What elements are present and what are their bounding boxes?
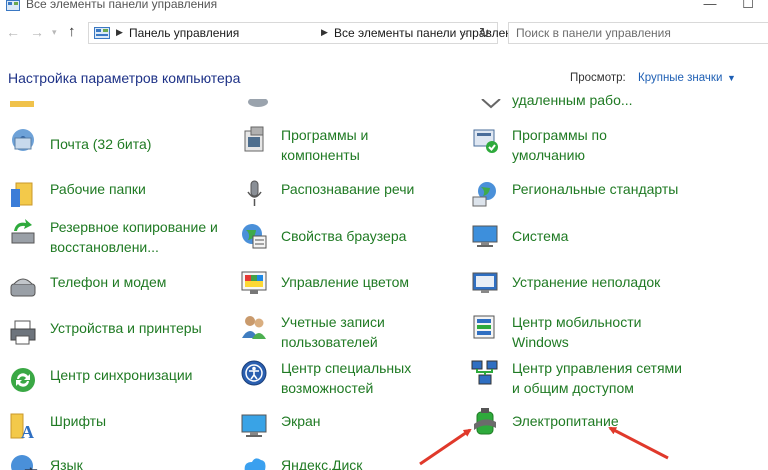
region-globe-icon [472, 182, 496, 207]
troubleshooting-icon [472, 272, 498, 293]
breadcrumb-all-items[interactable]: Все элементы панели управления [334, 26, 525, 40]
address-bar[interactable]: ▶ Панель управления ▶ Все элементы панел… [88, 22, 525, 44]
microphone-icon [247, 180, 262, 206]
backup-icon [11, 219, 35, 244]
partial-item-icon [10, 101, 34, 107]
yandex-disk-icon [244, 458, 266, 470]
search-box[interactable] [508, 22, 768, 44]
item-label: Система [512, 228, 569, 244]
item-label: Управление цветом [281, 274, 410, 290]
item-label: Распознавание речи [281, 181, 415, 197]
item-label: Свойства браузера [281, 228, 407, 244]
item-label: Резервное копирование и [50, 219, 218, 235]
item-label: Windows [512, 334, 569, 350]
view-label: Просмотр: [570, 72, 626, 84]
title-bar: Все элементы панели управления — ☐ [0, 0, 768, 16]
control-panel-icon [94, 27, 110, 39]
back-arrow-icon[interactable]: ← [6, 24, 20, 40]
system-monitor-icon [472, 225, 498, 247]
item-label: Яндекс.Диск [281, 457, 363, 470]
up-arrow-icon[interactable]: ↑ [68, 23, 76, 40]
item-label: Почта (32 бита) [50, 136, 152, 152]
window-title: Все элементы панели управления [26, 0, 218, 11]
color-management-icon [241, 271, 267, 294]
view-mode-dropdown[interactable]: Крупные значки [638, 72, 722, 84]
recent-locations-chevron-icon[interactable]: ▾ [52, 27, 57, 38]
language-icon: 字 [11, 455, 38, 470]
power-options-icon [474, 408, 496, 435]
svg-text:A: A [21, 422, 34, 441]
breadcrumb-separator-icon[interactable]: ▶ [116, 27, 123, 38]
item-label: Региональные стандарты [512, 181, 679, 197]
view-mode-chevron-icon[interactable]: ▼ [727, 73, 736, 83]
programs-icon [244, 126, 264, 152]
item-label: и общим доступом [512, 380, 634, 396]
default-programs-icon [473, 129, 498, 153]
item-label: Электропитание [512, 413, 619, 429]
work-folders-icon [11, 182, 33, 207]
item-label: Центр мобильности [512, 314, 642, 330]
network-center-icon [471, 360, 498, 385]
partial-item-remote-access[interactable]: удаленным рабо... [512, 92, 633, 108]
breadcrumb-control-panel[interactable]: Панель управления [129, 26, 239, 40]
minimize-button[interactable]: — [690, 0, 730, 12]
fonts-icon: A [10, 413, 34, 441]
partial-item-icon [248, 99, 268, 107]
item-label: Устройства и принтеры [50, 320, 202, 336]
page-title: Настройка параметров компьютера [8, 70, 241, 86]
item-label: Устранение неполадок [512, 274, 661, 290]
internet-options-icon [242, 224, 267, 249]
breadcrumb-separator-icon[interactable]: ▶ [321, 27, 328, 38]
item-label: умолчанию [512, 147, 585, 163]
ease-of-access-icon [241, 360, 267, 386]
item-label: возможностей [281, 380, 374, 396]
navigation-bar: ← → ▾ ↑ ▶ Панель управления ▶ Все элемен… [0, 18, 768, 48]
control-panel-icon [6, 0, 20, 11]
refresh-icon[interactable]: ↻ [479, 25, 490, 41]
item-label: Учетные записи [281, 314, 385, 330]
search-input[interactable] [509, 23, 768, 43]
forward-arrow-icon[interactable]: → [30, 24, 44, 40]
item-label: Рабочие папки [50, 181, 146, 197]
mobility-center-icon [473, 315, 495, 339]
item-label: пользователей [281, 334, 378, 350]
item-label: восстановлени... [50, 239, 159, 255]
item-label: компоненты [281, 147, 360, 163]
item-label: Центр управления сетями [512, 360, 682, 376]
partial-item-icon [481, 99, 501, 109]
item-label: Экран [281, 413, 321, 429]
item-label: Центр синхронизации [50, 367, 193, 383]
annotation-arrow-right [608, 426, 669, 460]
address-dropdown-icon[interactable]: ⌵ [461, 27, 469, 38]
item-label: Телефон и модем [50, 274, 167, 290]
user-accounts-icon [242, 316, 266, 339]
maximize-button[interactable]: ☐ [728, 0, 768, 12]
item-label: Язык [50, 457, 83, 470]
phone-modem-icon [10, 278, 36, 297]
item-label: Программы по [512, 127, 607, 143]
item-label: Шрифты [50, 413, 107, 429]
item-label: Программы и [281, 127, 369, 143]
sync-center-icon [11, 368, 35, 392]
display-icon [241, 414, 267, 437]
printer-icon [10, 320, 36, 345]
mail-icon [12, 129, 34, 151]
item-label: Центр специальных [281, 360, 412, 376]
